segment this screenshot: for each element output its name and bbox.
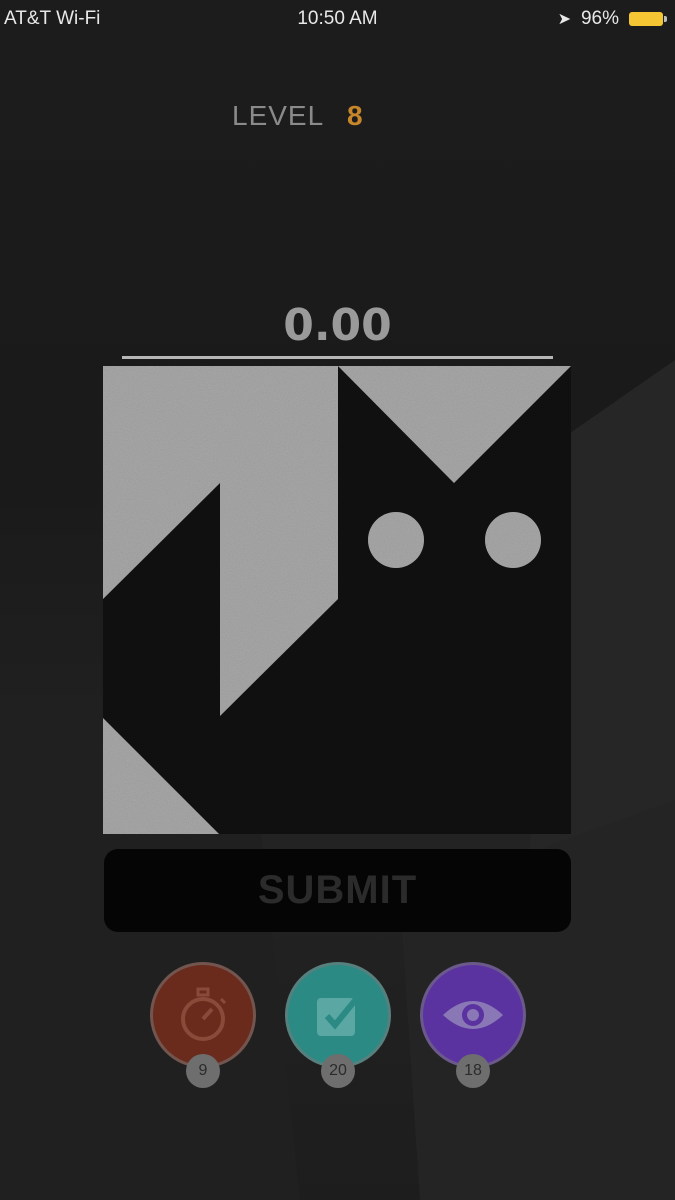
battery-icon xyxy=(629,12,667,26)
powerup-timer-count: 9 xyxy=(186,1054,220,1088)
powerup-timer[interactable]: 9 xyxy=(150,962,256,1088)
level-indicator: LEVEL 8 xyxy=(232,100,364,132)
powerup-reveal-count: 18 xyxy=(456,1054,490,1088)
location-icon: ➤ xyxy=(557,11,571,28)
status-bar: AT&T Wi-Fi 10:50 AM ➤ 96% xyxy=(0,0,675,38)
powerup-reveal[interactable]: 18 xyxy=(420,962,526,1088)
score-display: 0.00 xyxy=(283,300,392,351)
eye-icon xyxy=(443,1001,503,1029)
stopwatch-icon xyxy=(181,987,227,1041)
powerup-check-count: 20 xyxy=(321,1054,355,1088)
checkbox-icon xyxy=(317,996,360,1036)
level-number: 8 xyxy=(346,100,364,131)
powerup-reveal-circle[interactable] xyxy=(420,962,526,1068)
level-label: LEVEL xyxy=(232,100,325,131)
battery-percent: 96% xyxy=(580,8,619,29)
powerup-check[interactable]: 20 xyxy=(285,962,391,1088)
powerup-timer-circle[interactable] xyxy=(150,962,256,1068)
score-underline xyxy=(122,356,553,359)
submit-button[interactable]: SUBMIT xyxy=(104,849,571,932)
powerup-check-circle[interactable] xyxy=(285,962,391,1068)
puzzle-board[interactable] xyxy=(103,366,571,834)
